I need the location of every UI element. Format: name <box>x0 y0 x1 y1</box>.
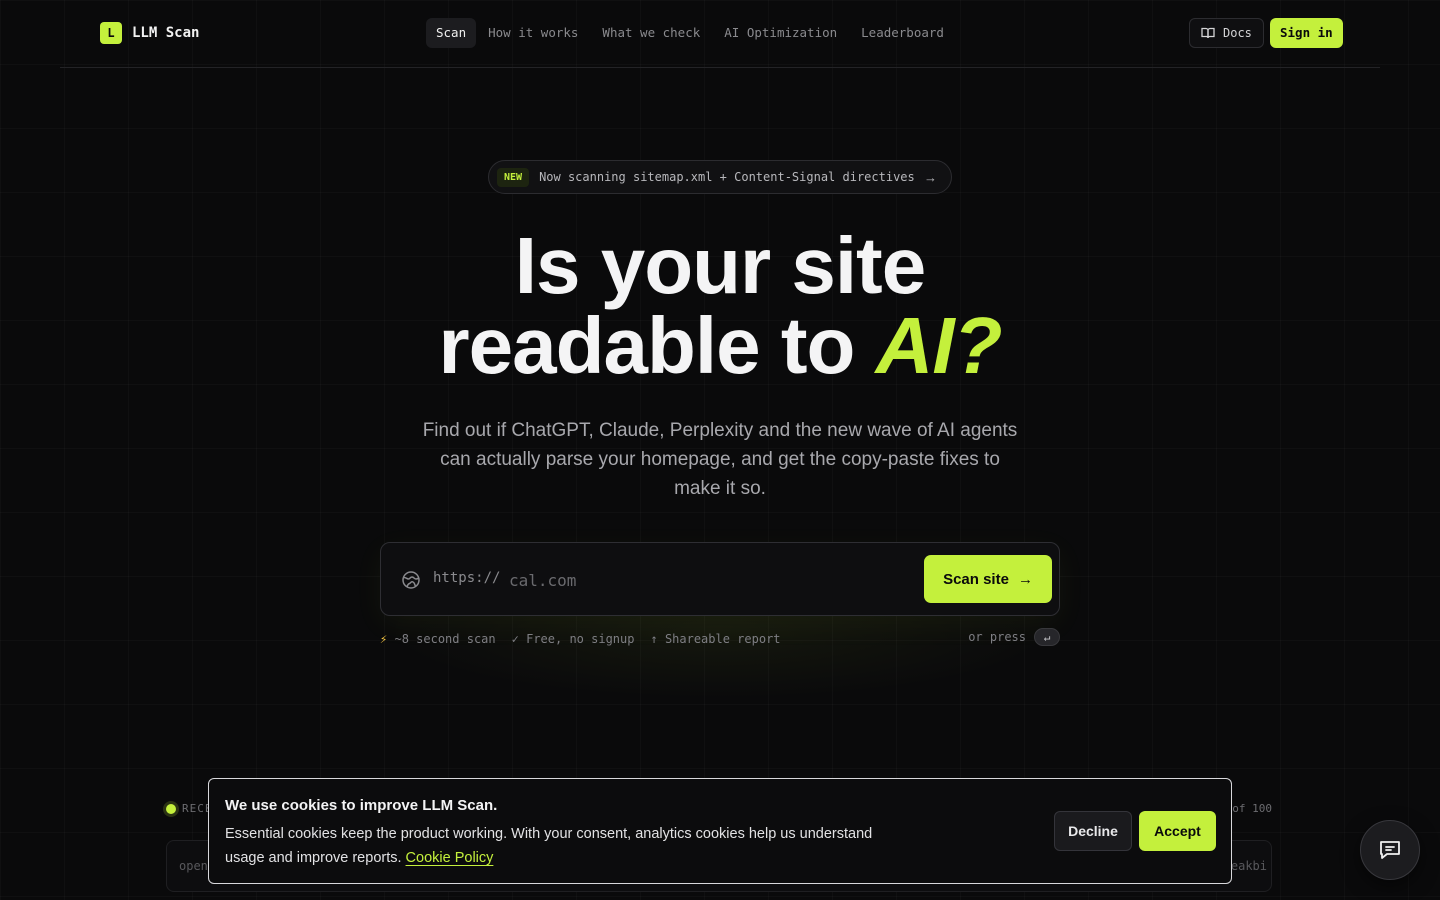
share-icon: ↑ <box>650 632 658 646</box>
sign-in-button[interactable]: Sign in <box>1270 18 1343 48</box>
chat-button[interactable] <box>1360 820 1420 880</box>
chat-bubble-icon <box>1380 841 1400 859</box>
nav-item-how-it-works[interactable]: How it works <box>476 18 590 48</box>
hero-title-line1: Is your site <box>514 221 926 310</box>
docs-button[interactable]: Docs <box>1189 18 1264 48</box>
live-dot-icon <box>166 804 176 814</box>
enter-key-icon: ↵ <box>1034 628 1060 646</box>
keyboard-hint: or press ↵ <box>968 628 1060 646</box>
url-prefix: https:// <box>433 570 501 586</box>
nav-item-what-we-check[interactable]: What we check <box>590 18 712 48</box>
scan-form: https:// Scan site → <box>380 542 1060 616</box>
site-header: L LLM Scan Scan How it works What we che… <box>60 0 1380 68</box>
scan-site-button[interactable]: Scan site → <box>924 555 1052 603</box>
hero-title: Is your site readable to AI? <box>0 226 1440 386</box>
announcement-pill[interactable]: NEW Now scanning sitemap.xml + Content-S… <box>488 160 952 194</box>
feature-item: ✓ Free, no signup <box>511 632 635 646</box>
docs-label: Docs <box>1223 26 1252 40</box>
brand-name: LLM Scan <box>132 25 200 41</box>
url-input[interactable] <box>509 565 909 595</box>
main-nav: Scan How it works What we check AI Optim… <box>426 18 956 48</box>
accept-button[interactable]: Accept <box>1139 811 1216 851</box>
nav-item-leaderboard[interactable]: Leaderboard <box>849 18 956 48</box>
press-label: or press <box>968 630 1026 644</box>
brand-logo[interactable]: L LLM Scan <box>100 22 199 44</box>
feature-item: ↑ Shareable report <box>650 632 781 646</box>
feature-item: ⚡ ~8 second scan <box>380 632 496 646</box>
arrow-right-icon: → <box>1017 570 1033 588</box>
scan-meta: ⚡ ~8 second scan ✓ Free, no signup ↑ Sha… <box>380 628 1060 650</box>
recent-scan-item[interactable]: open <box>179 859 208 873</box>
decline-button[interactable]: Decline <box>1054 811 1132 851</box>
nav-item-ai-optimization[interactable]: AI Optimization <box>712 18 849 48</box>
nav-item-scan[interactable]: Scan <box>426 18 477 48</box>
scan-site-label: Scan site <box>943 570 1009 588</box>
new-badge: NEW <box>497 167 530 187</box>
hero-subtitle: Find out if ChatGPT, Claude, Perplexity … <box>422 420 1018 499</box>
check-icon: ✓ <box>511 632 519 646</box>
recent-scans-count: of 100 <box>1232 802 1272 815</box>
cookie-text: Essential cookies keep the product worki… <box>225 826 873 866</box>
lightning-icon: ⚡ <box>380 632 388 646</box>
feature-list: ⚡ ~8 second scan ✓ Free, no signup ↑ Sha… <box>380 632 781 646</box>
announcement-text: Now scanning sitemap.xml + Content-Signa… <box>539 170 915 184</box>
hero-title-accent: AI? <box>875 301 1003 390</box>
book-icon <box>1201 27 1215 39</box>
cookie-policy-link[interactable]: Cookie Policy <box>406 850 494 866</box>
hero-title-line2: readable to <box>438 301 876 390</box>
globe-icon <box>402 571 420 589</box>
recent-scan-item[interactable]: eakbi <box>1231 859 1267 873</box>
brand-mark-icon: L <box>100 22 122 44</box>
cookie-title: We use cookies to improve LLM Scan. <box>225 797 498 814</box>
cookie-banner: We use cookies to improve LLM Scan. Esse… <box>208 778 1232 884</box>
arrow-right-icon: → <box>924 169 937 185</box>
